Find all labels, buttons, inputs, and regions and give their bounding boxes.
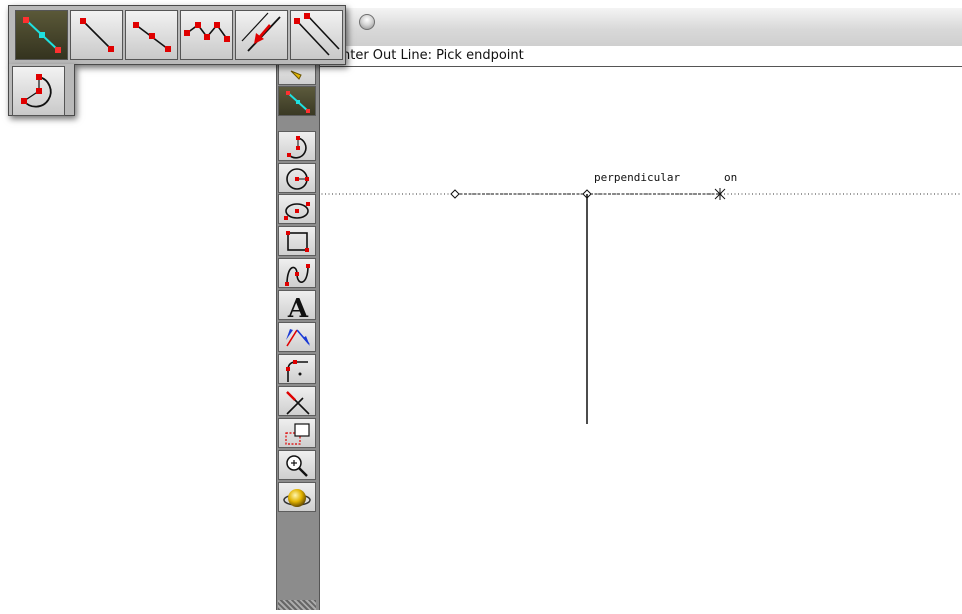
tool-dimension[interactable] xyxy=(278,322,316,352)
popup-tool-center-out-line[interactable] xyxy=(15,10,68,60)
offset-line-icon xyxy=(241,12,281,52)
ellipse-tool-icon xyxy=(284,202,310,220)
tool-rectangle[interactable] xyxy=(278,226,316,256)
snap-label-perpendicular: perpendicular xyxy=(594,171,681,184)
command-prompt-text: nter Out Line: Pick endpoint xyxy=(342,48,524,63)
tool-arc[interactable] xyxy=(278,131,316,161)
tool-text[interactable]: A xyxy=(278,290,316,320)
popup-tool-bisector-line[interactable] xyxy=(125,10,178,60)
circle-tool-icon xyxy=(286,168,309,190)
marquee-tool-icon xyxy=(285,423,310,445)
text-tool-icon: A xyxy=(287,294,309,320)
popup-tool-center-arc[interactable] xyxy=(12,66,65,116)
render-tool-icon xyxy=(283,489,311,507)
tool-line[interactable] xyxy=(278,86,316,116)
endpoint-marker-left xyxy=(450,189,460,199)
window-title-bar xyxy=(318,8,962,47)
arc-tool-icon xyxy=(287,136,307,159)
text-tool-glyph: A xyxy=(287,294,309,320)
drawing-canvas[interactable] xyxy=(318,67,962,610)
popup-tool-parallel-line[interactable] xyxy=(290,10,343,60)
trim-tool-icon xyxy=(286,391,310,415)
zoom-tool-icon xyxy=(286,455,308,477)
tool-render[interactable] xyxy=(278,482,316,512)
center-arc-icon xyxy=(21,74,52,108)
tool-spline[interactable] xyxy=(278,258,316,288)
tool-circle[interactable] xyxy=(278,163,316,193)
parallel-line-icon xyxy=(294,13,340,56)
palette-resize-grip[interactable] xyxy=(278,600,316,610)
spline-tool-icon xyxy=(285,264,310,286)
tool-trim[interactable] xyxy=(278,386,316,416)
line-tool-icon xyxy=(286,91,310,113)
popup-tool-polyline[interactable] xyxy=(180,10,233,60)
two-point-line-icon xyxy=(80,18,114,52)
bisector-line-icon xyxy=(133,22,171,52)
rectangle-tool-icon xyxy=(286,231,309,252)
snap-label-on: on xyxy=(724,171,738,184)
tool-fillet[interactable] xyxy=(278,354,316,384)
tool-ellipse[interactable] xyxy=(278,194,316,224)
canvas-geometry xyxy=(318,188,962,424)
popup-tool-offset-line[interactable] xyxy=(235,10,288,60)
window-control-button[interactable] xyxy=(359,14,375,30)
fillet-tool-icon xyxy=(286,360,308,382)
tool-zoom[interactable] xyxy=(278,450,316,480)
dimension-tool-icon xyxy=(286,329,310,347)
tool-marquee[interactable] xyxy=(278,418,316,448)
center-out-line-icon xyxy=(23,17,61,53)
popup-tool-two-point-line[interactable] xyxy=(70,10,123,60)
polyline-icon xyxy=(184,22,230,42)
